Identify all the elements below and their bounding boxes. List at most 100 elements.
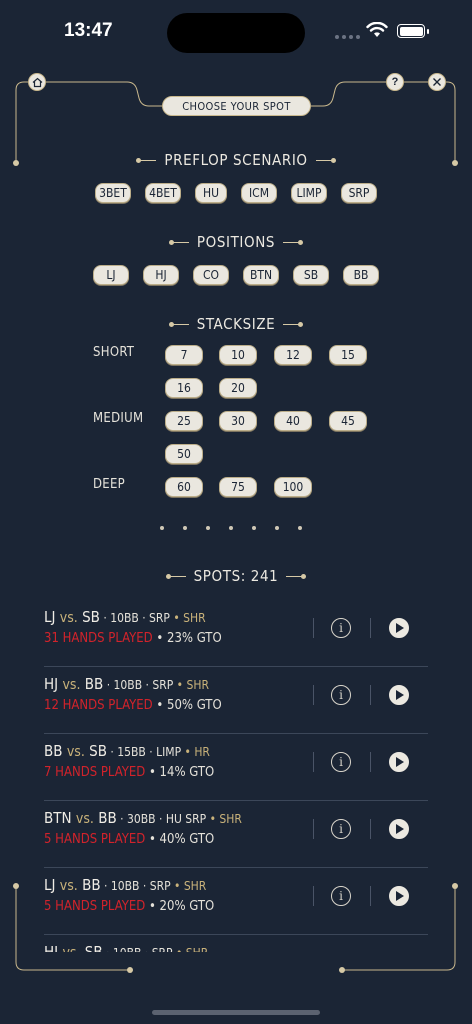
chip-4bet[interactable]: 4BET xyxy=(145,183,181,203)
close-button[interactable] xyxy=(428,73,446,91)
spot-matchup: LJ vs. BB · 10BB · SRP • SHR xyxy=(44,876,206,894)
spot-vs: vs. xyxy=(66,744,85,760)
spot-info-button[interactable]: i xyxy=(331,618,351,638)
spot-villain: SB xyxy=(84,943,103,952)
chip-stack-75[interactable]: 75 xyxy=(219,477,257,497)
spot-hands-played: 7 HANDS PLAYED xyxy=(44,765,146,780)
chip-icm[interactable]: ICM xyxy=(241,183,277,203)
spot-hero: LJ xyxy=(44,876,56,894)
stacksize-heading: STACKSIZE xyxy=(0,315,472,333)
chip-hu[interactable]: HU xyxy=(195,183,227,203)
divider xyxy=(313,685,314,705)
spot-row[interactable]: HJ vs. SB · 10BB · SRP • SHRi xyxy=(44,935,428,952)
play-icon xyxy=(396,891,404,901)
spot-info-button[interactable]: i xyxy=(331,752,351,772)
chip-stack-20[interactable]: 20 xyxy=(219,378,257,398)
info-icon: i xyxy=(339,621,343,635)
chip-stack-60[interactable]: 60 xyxy=(165,477,203,497)
spot-vs: vs. xyxy=(59,878,78,894)
spot-play-button[interactable] xyxy=(389,752,409,772)
chip-position-hj[interactable]: HJ xyxy=(143,265,179,285)
spot-play-button[interactable] xyxy=(389,886,409,906)
spot-info-button[interactable]: i xyxy=(331,685,351,705)
help-button[interactable]: ? xyxy=(386,73,404,91)
spot-hero: BTN xyxy=(44,809,72,827)
divider xyxy=(370,752,371,772)
divider xyxy=(370,819,371,839)
spot-matchup: LJ vs. SB · 10BB · SRP • SHR xyxy=(44,608,206,626)
spot-row[interactable]: LJ vs. BB · 10BB · SRP • SHR 5 HANDS PLAY… xyxy=(44,868,428,935)
chip-stack-30[interactable]: 30 xyxy=(219,411,257,431)
divider xyxy=(313,752,314,772)
spot-stats: 7 HANDS PLAYED • 14% GTO xyxy=(44,765,214,780)
chip-3bet[interactable]: 3BET xyxy=(95,183,131,203)
battery-icon xyxy=(397,24,429,38)
spot-format-tag: • SHR xyxy=(176,946,208,952)
chip-position-btn[interactable]: BTN xyxy=(243,265,279,285)
chip-stack-10[interactable]: 10 xyxy=(219,345,257,365)
home-button[interactable] xyxy=(28,73,46,91)
chip-position-lj[interactable]: LJ xyxy=(93,265,129,285)
preflop-scenario-heading: PREFLOP SCENARIO xyxy=(0,151,472,169)
chip-stack-50[interactable]: 50 xyxy=(165,444,203,464)
spot-gto-score: • 14% GTO xyxy=(145,765,215,780)
stacksize-title: STACKSIZE xyxy=(196,315,276,333)
page-title-banner: CHOOSE YOUR SPOT xyxy=(162,96,311,116)
chip-position-co[interactable]: CO xyxy=(193,265,229,285)
spot-meta: · 10BB · SRP xyxy=(99,611,174,625)
chip-stack-25[interactable]: 25 xyxy=(165,411,203,431)
spot-row[interactable]: BB vs. SB · 15BB · LIMP • HR 7 HANDS PLAY… xyxy=(44,734,428,801)
spot-hands-played: 12 HANDS PLAYED xyxy=(44,698,153,713)
play-icon xyxy=(396,690,404,700)
chip-stack-7[interactable]: 7 xyxy=(165,345,203,365)
spot-format-tag: • SHR xyxy=(209,812,242,826)
wifi-icon xyxy=(366,22,388,37)
positions-title: POSITIONS xyxy=(196,233,276,251)
preflop-scenario-chips: 3BET 4BET HU ICM LIMP SRP xyxy=(0,183,472,203)
spot-vs: vs. xyxy=(75,811,94,827)
spot-format-tag: • SHR xyxy=(174,879,207,893)
chip-position-sb[interactable]: SB xyxy=(293,265,329,285)
chip-stack-40[interactable]: 40 xyxy=(274,411,312,431)
dynamic-island xyxy=(167,13,305,53)
spot-row[interactable]: LJ vs. SB · 10BB · SRP • SHR 31 HANDS PLA… xyxy=(44,600,428,667)
stack-group-label-short: SHORT xyxy=(93,345,135,360)
spot-meta: · 10BB · SRP xyxy=(103,946,176,952)
spot-info-button[interactable]: i xyxy=(331,886,351,906)
stack-group-label-deep: DEEP xyxy=(93,477,126,492)
spot-meta: · 30BB · HU SRP xyxy=(116,812,210,826)
spot-hero: BB xyxy=(44,742,63,760)
chip-stack-16[interactable]: 16 xyxy=(165,378,203,398)
spot-villain: SB xyxy=(82,608,100,626)
spot-meta: · 10BB · SRP xyxy=(103,678,177,692)
info-icon: i xyxy=(339,755,343,769)
spot-hero: LJ xyxy=(44,608,56,626)
chip-limp[interactable]: LIMP xyxy=(291,183,327,203)
spot-play-button[interactable] xyxy=(389,819,409,839)
chip-stack-12[interactable]: 12 xyxy=(274,345,312,365)
spot-vs: vs. xyxy=(62,945,80,952)
spot-info-button[interactable]: i xyxy=(331,819,351,839)
spot-matchup: BB vs. SB · 15BB · LIMP • HR xyxy=(44,742,210,760)
chip-stack-45[interactable]: 45 xyxy=(329,411,367,431)
spots-list[interactable]: LJ vs. SB · 10BB · SRP • SHR 31 HANDS PLA… xyxy=(0,600,472,952)
info-icon: i xyxy=(339,889,343,903)
spot-play-button[interactable] xyxy=(389,618,409,638)
spot-villain: BB xyxy=(84,675,104,693)
chip-srp[interactable]: SRP xyxy=(341,183,377,203)
chip-position-bb[interactable]: BB xyxy=(343,265,379,285)
spot-play-button[interactable] xyxy=(389,685,409,705)
status-bar: 13:47 xyxy=(0,0,472,60)
info-icon: i xyxy=(339,822,343,836)
spot-hands-played: 31 HANDS PLAYED xyxy=(44,631,153,646)
spot-hands-played: 5 HANDS PLAYED xyxy=(44,832,146,847)
spot-row[interactable]: HJ vs. BB · 10BB · SRP • SHR 12 HANDS PLA… xyxy=(44,667,428,734)
chip-stack-15[interactable]: 15 xyxy=(329,345,367,365)
spot-vs: vs. xyxy=(62,677,81,693)
chip-stack-100[interactable]: 100 xyxy=(274,477,312,497)
spot-villain: BB xyxy=(82,876,101,894)
spot-row[interactable]: BTN vs. BB · 30BB · HU SRP • SHR 5 HANDS … xyxy=(44,801,428,868)
cellular-signal-icon xyxy=(335,35,360,39)
spot-format-tag: • SHR xyxy=(173,611,206,625)
spot-format-tag: • SHR xyxy=(176,678,209,692)
